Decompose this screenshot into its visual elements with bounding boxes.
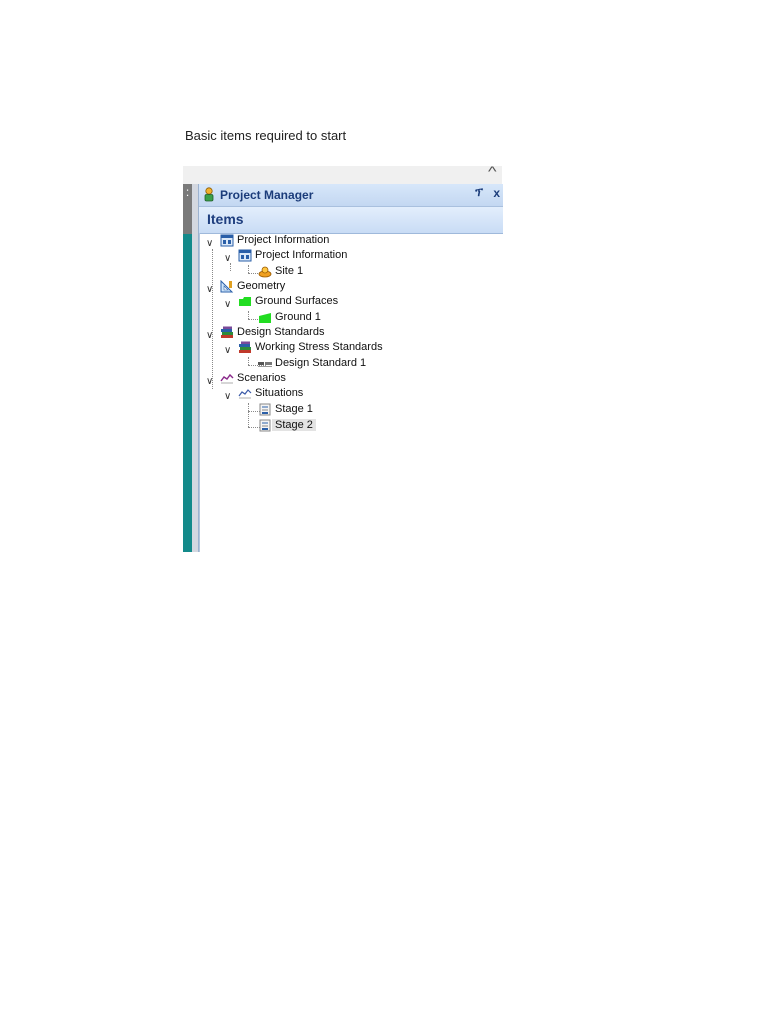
tree-line	[248, 403, 249, 427]
screenshot-region: ^ : Project Manager ፕ x Items ∨ Project …	[183, 163, 503, 552]
tree-line	[212, 249, 213, 389]
grip-dots-icon[interactable]: :	[183, 186, 192, 198]
project-manager-icon	[204, 187, 214, 202]
tree-node-label: Design Standard 1	[275, 357, 367, 369]
close-icon[interactable]: x	[493, 186, 500, 200]
chevron-down-icon[interactable]: ∨	[224, 253, 234, 264]
project-manager-panel: Project Manager ፕ x Items ∨ Project Info…	[198, 184, 503, 552]
tree-node-label: Project Information	[237, 234, 330, 246]
tree-node-label: Situations	[255, 387, 304, 399]
chevron-down-icon[interactable]: ∨	[224, 299, 234, 310]
stage-doc-icon	[259, 419, 271, 432]
tree-node-label: Stage 1	[275, 403, 313, 415]
chevron-down-icon[interactable]: ∨	[224, 391, 234, 402]
tree-line	[248, 311, 249, 319]
ruler-triangle-icon	[220, 280, 234, 293]
books-icon	[221, 326, 233, 338]
green-surface-icon	[259, 313, 271, 323]
books-icon	[239, 341, 251, 353]
tree-node-label: Stage 2	[272, 419, 316, 431]
collapse-caret-icon[interactable]: ^	[488, 163, 497, 179]
tree-node-label: Project Information	[255, 249, 348, 261]
chart-line-icon	[238, 389, 252, 399]
chevron-down-icon[interactable]: ∨	[224, 345, 234, 356]
tree-node-label: Geometry	[237, 280, 286, 292]
chevron-down-icon[interactable]: ∨	[206, 238, 216, 249]
window-grid-icon	[220, 234, 234, 247]
tree-node-label: Design Standards	[237, 326, 325, 338]
pin-icon[interactable]: ፕ	[475, 187, 483, 200]
left-side-bar: :	[183, 184, 192, 552]
stage-doc-icon	[259, 403, 271, 416]
items-heading: Items	[207, 211, 244, 227]
orange-pin-icon	[258, 266, 272, 278]
tree-line	[248, 357, 249, 365]
items-heading-bar: Items	[199, 207, 503, 234]
tree-node-label: Ground Surfaces	[255, 295, 339, 307]
window-grid-icon	[238, 249, 252, 262]
project-tree: ∨ Project Information ∨ Project Informat…	[199, 233, 504, 552]
green-folder-icon	[239, 297, 251, 306]
tree-line	[248, 265, 249, 273]
chevron-down-icon[interactable]: ∨	[206, 330, 216, 341]
chevron-down-icon[interactable]: ∨	[206, 376, 216, 387]
tree-line	[230, 263, 231, 271]
chevron-down-icon[interactable]: ∨	[206, 284, 216, 295]
tree-node-label: Site 1	[275, 265, 304, 277]
panel-header: Project Manager ፕ x	[199, 184, 503, 207]
chart-line-icon	[220, 373, 234, 384]
standard-icon	[258, 362, 272, 367]
tree-node-label: Working Stress Standards	[255, 341, 383, 353]
tree-node-label: Scenarios	[237, 372, 286, 384]
tree-node-label: Ground 1	[275, 311, 321, 323]
caption-text: Basic items required to start	[185, 128, 347, 143]
top-strip: ^	[183, 163, 502, 184]
panel-title: Project Manager	[220, 188, 314, 202]
